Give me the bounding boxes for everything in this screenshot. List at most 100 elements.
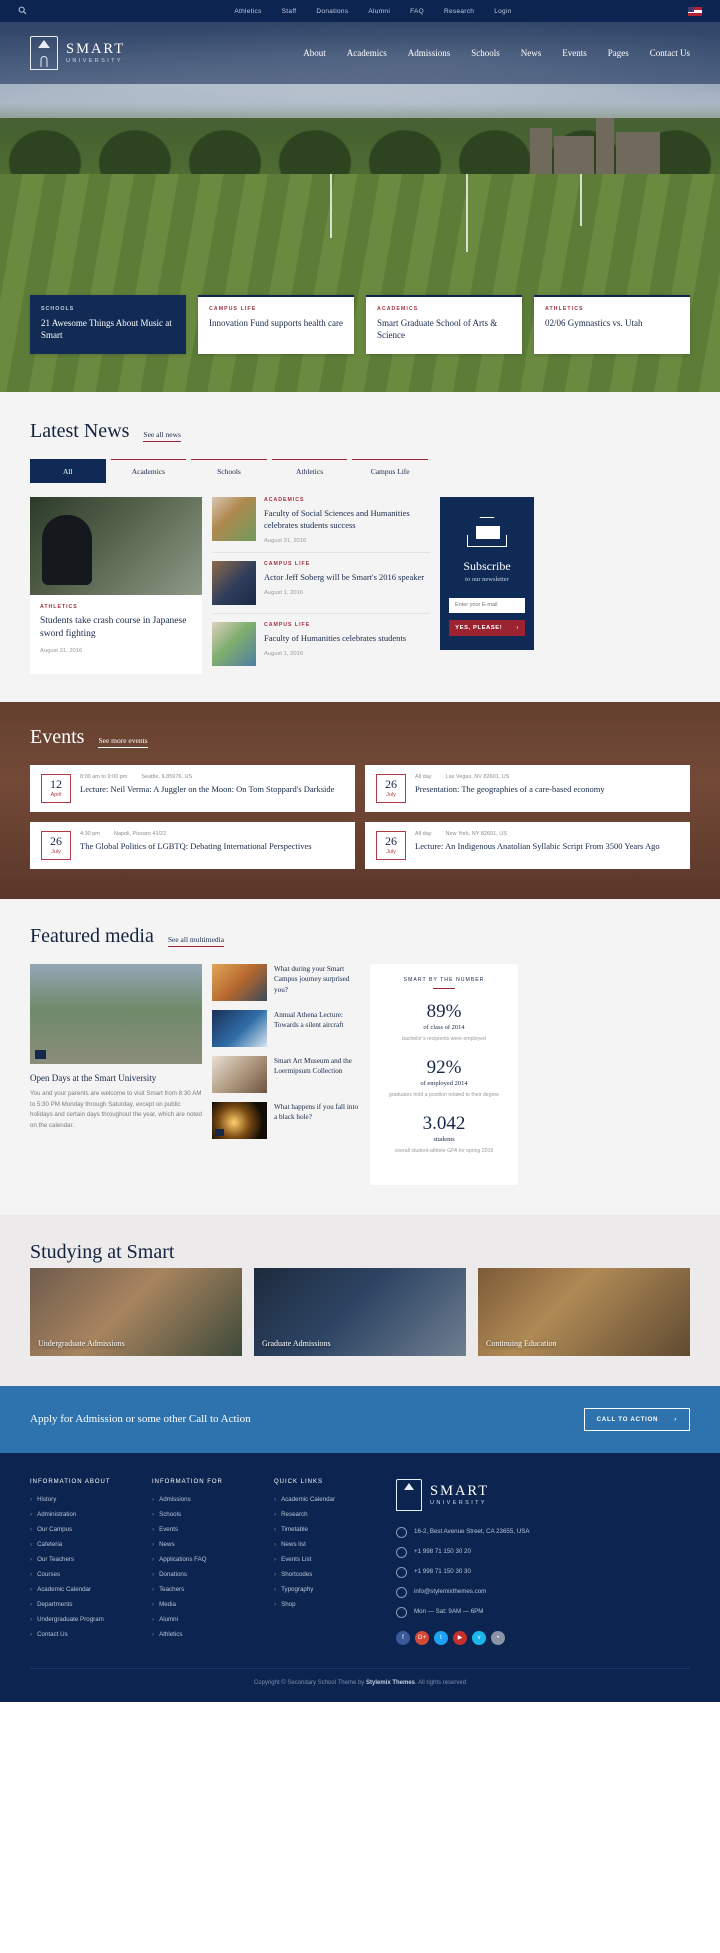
statistic-item: 89% of class of 2014 bachelor's recipien…	[380, 1001, 508, 1044]
event-day: 26	[385, 833, 397, 848]
utility-link-login[interactable]: Login	[494, 8, 511, 15]
footer-link[interactable]: Administration	[30, 1511, 130, 1518]
studying-section: Studying at Smart Undergraduate Admissio…	[0, 1214, 720, 1386]
utility-link-faq[interactable]: FAQ	[410, 8, 424, 15]
footer-link[interactable]: Research	[274, 1511, 374, 1518]
footer-link[interactable]: News	[152, 1541, 252, 1548]
us-flag-icon[interactable]	[688, 6, 702, 16]
see-all-multimedia-link[interactable]: See all multimedia	[167, 935, 225, 947]
footer-link[interactable]: Our Campus	[30, 1526, 130, 1533]
nav-contact-us[interactable]: Contact Us	[650, 48, 690, 58]
footer-link[interactable]: Departments	[30, 1601, 130, 1608]
utility-link-alumni[interactable]: Alumni	[368, 8, 390, 15]
nav-events[interactable]: Events	[562, 48, 587, 58]
tab-campus-life[interactable]: Campus Life	[352, 459, 428, 483]
utility-link-athletics[interactable]: Athletics	[234, 8, 261, 15]
footer-link[interactable]: Alumni	[152, 1616, 252, 1623]
utility-link-research[interactable]: Research	[444, 8, 474, 15]
footer-link[interactable]: Cafeteria	[30, 1541, 130, 1548]
media-main-card[interactable]: Open Days at the Smart University You an…	[30, 963, 202, 1185]
newsletter-email-input[interactable]	[449, 597, 525, 613]
footer-link[interactable]: Shop	[274, 1601, 374, 1608]
contact-email[interactable]: info@stylemixthemes.com	[414, 1587, 486, 1596]
footer-link[interactable]: Shortcodes	[274, 1571, 374, 1578]
divider	[433, 987, 455, 990]
footer-link[interactable]: Schools	[152, 1511, 252, 1518]
footer-link[interactable]: Athletics	[152, 1631, 252, 1638]
see-more-events-link[interactable]: See more events	[98, 736, 148, 748]
nav-admissions[interactable]: Admissions	[408, 48, 451, 58]
twitter-icon[interactable]: t	[434, 1630, 448, 1645]
contact-row: 16-2, Best Avenue Street, CA 23655, USA	[396, 1526, 690, 1538]
event-day: 12	[50, 776, 62, 791]
footer-link[interactable]: Applications FAQ	[152, 1556, 252, 1563]
rss-icon[interactable]: •	[491, 1630, 505, 1645]
media-list-item[interactable]: What during your Smart Campus journey su…	[212, 963, 360, 1001]
play-icon[interactable]	[35, 1049, 46, 1059]
event-card[interactable]: 26 July All day New York, NY 82601, US L…	[365, 821, 690, 869]
footer-link[interactable]: Academic Calendar	[30, 1586, 130, 1593]
feature-card[interactable]: SCHOOLS 21 Awesome Things About Music at…	[30, 294, 186, 354]
youtube-icon[interactable]: ▶	[453, 1630, 467, 1645]
study-card[interactable]: Undergraduate Admissions	[30, 1267, 242, 1356]
event-card[interactable]: 12 April 8:00 am to 9:00 pm Seattle, IL8…	[30, 764, 355, 812]
footer-link[interactable]: Academic Calendar	[274, 1496, 374, 1503]
cta-button[interactable]: CALL TO ACTION ›	[583, 1407, 690, 1431]
media-list-item[interactable]: Annual Athena Lecture: Towards a silent …	[212, 1009, 360, 1047]
media-list-item[interactable]: What happens if you fall into a black ho…	[212, 1101, 360, 1139]
footer-link[interactable]: Timetable	[274, 1526, 374, 1533]
news-list-item[interactable]: ACADEMICS Faculty of Social Sciences and…	[212, 497, 430, 553]
news-list-item[interactable]: CAMPUS LIFE Faculty of Humanities celebr…	[212, 614, 430, 674]
footer-logo[interactable]: SMART UNIVERSITY	[396, 1478, 690, 1511]
site-logo[interactable]: SMART UNIVERSITY	[30, 36, 190, 70]
footer-link[interactable]: Admissions	[152, 1496, 252, 1503]
mail-icon	[396, 1586, 407, 1598]
hero-banner: SMART UNIVERSITY About Academics Admissi…	[0, 22, 720, 392]
nav-pages[interactable]: Pages	[608, 48, 629, 58]
event-card[interactable]: 26 July All day Las Vegas, NV 82601, US …	[365, 764, 690, 812]
media-list-item[interactable]: Smart Art Museum and the Loermipsum Coll…	[212, 1055, 360, 1093]
footer-link[interactable]: Courses	[30, 1571, 130, 1578]
event-card[interactable]: 26 July 4:30 pm Napoli, Pizzaro 41/22 Th…	[30, 821, 355, 869]
tab-schools[interactable]: Schools	[191, 459, 267, 483]
footer-link[interactable]: History	[30, 1496, 130, 1503]
media-item-title: What happens if you fall into a black ho…	[274, 1102, 359, 1122]
nav-academics[interactable]: Academics	[347, 48, 387, 58]
footer-link[interactable]: Donations	[152, 1571, 252, 1578]
footer-link[interactable]: Media	[152, 1601, 252, 1608]
footer-link[interactable]: Our Teachers	[30, 1556, 130, 1563]
footer-link[interactable]: Typography	[274, 1586, 374, 1593]
tab-athletics[interactable]: Athletics	[271, 459, 348, 483]
vimeo-icon[interactable]: v	[472, 1630, 486, 1645]
featured-news-card[interactable]: ATHLETICS Students take crash course in …	[30, 497, 202, 674]
nav-about[interactable]: About	[303, 48, 326, 58]
footer-link[interactable]: Events List	[274, 1556, 374, 1563]
footer-link[interactable]: Contact Us	[30, 1631, 130, 1638]
google-plus-icon[interactable]: G+	[415, 1630, 429, 1645]
media-item-title: Smart Art Museum and the Loermipsum Coll…	[274, 1056, 352, 1076]
newsletter-submit-button[interactable]: YES, PLEASE! ›	[449, 619, 525, 636]
utility-link-staff[interactable]: Staff	[282, 8, 297, 15]
feature-card[interactable]: ATHLETICS 02/06 Gymnastics vs. Utah	[534, 294, 690, 354]
event-title: The Global Politics of LGBTQ: Debating I…	[80, 840, 312, 851]
utility-link-donations[interactable]: Donations	[316, 8, 348, 15]
study-card[interactable]: Continuing Education	[478, 1267, 690, 1356]
feature-card[interactable]: CAMPUS LIFE Innovation Fund supports hea…	[198, 294, 354, 354]
footer-link[interactable]: News list	[274, 1541, 374, 1548]
news-list-item[interactable]: CAMPUS LIFE Actor Jeff Soberg will be Sm…	[212, 553, 430, 614]
tab-all[interactable]: All	[30, 459, 106, 483]
search-icon[interactable]	[18, 6, 58, 17]
see-all-news-link[interactable]: See all news	[143, 430, 181, 442]
feature-card[interactable]: ACADEMICS Smart Graduate School of Arts …	[366, 294, 522, 354]
facebook-icon[interactable]: f	[396, 1630, 410, 1645]
footer-link[interactable]: Teachers	[152, 1586, 252, 1593]
copyright-brand[interactable]: Stylemix Themes	[366, 1680, 415, 1686]
study-card[interactable]: Graduate Admissions	[254, 1267, 466, 1356]
play-icon[interactable]	[215, 1128, 224, 1136]
site-footer: INFORMATION ABOUT History Administration…	[0, 1452, 720, 1702]
footer-link[interactable]: Events	[152, 1526, 252, 1533]
footer-link[interactable]: Undergraduate Program	[30, 1616, 130, 1623]
tab-academics[interactable]: Academics	[110, 459, 187, 483]
nav-news[interactable]: News	[521, 48, 542, 58]
nav-schools[interactable]: Schools	[471, 48, 500, 58]
